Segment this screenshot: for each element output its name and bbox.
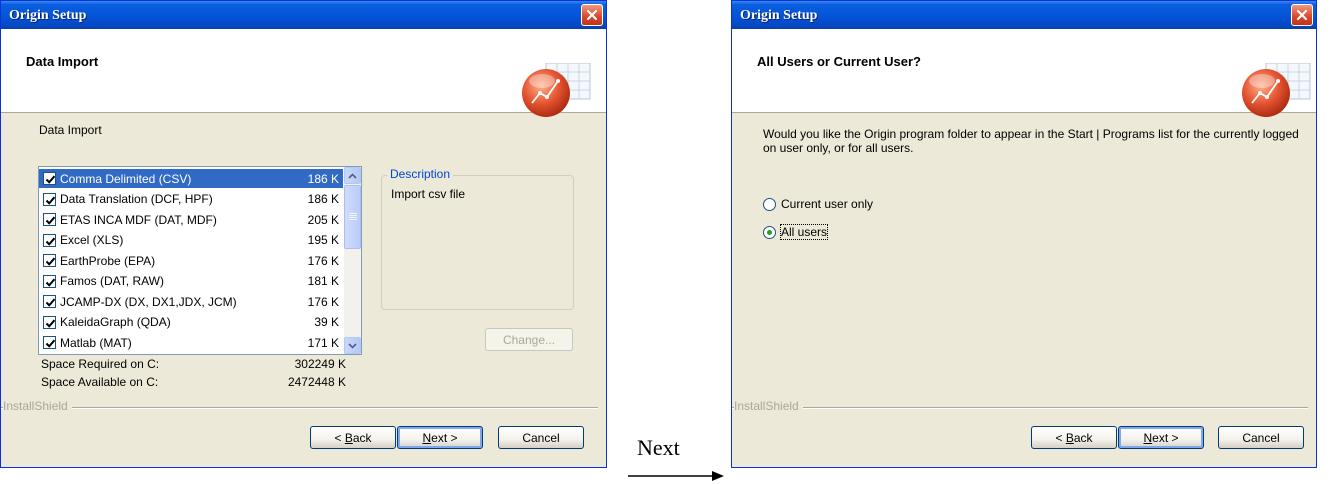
title-bar[interactable]: Origin Setup: [732, 1, 1316, 29]
component-list[interactable]: Comma Delimited (CSV) 186 K Data Translati…: [38, 166, 362, 355]
list-item[interactable]: Famos (DAT, RAW) 181 K: [39, 272, 343, 291]
radio-icon[interactable]: [763, 197, 776, 211]
space-required-label: Space Required on C:: [41, 357, 160, 371]
checkbox-icon[interactable]: [43, 213, 56, 226]
installshield-label: InstallShield: [3, 399, 72, 413]
data-import-dialog: Origin Setup Data Import Data Import Com…: [0, 0, 607, 468]
divider: [1, 407, 598, 409]
list-item-size: 176 K: [307, 294, 339, 309]
list-item[interactable]: Comma Delimited (CSV) 186 K: [39, 169, 343, 188]
section-label: Data Import: [39, 123, 102, 137]
radio-label-current: Current user only: [781, 197, 874, 211]
cancel-button[interactable]: Cancel: [1218, 426, 1304, 449]
checkbox-icon[interactable]: [43, 192, 56, 206]
list-item-name: ETAS INCA MDF (DAT, MDF): [60, 212, 217, 227]
page-title: All Users or Current User?: [757, 54, 921, 69]
all-users-dialog: Origin Setup All Users or Current User? …: [731, 0, 1317, 468]
list-item-name: Matlab (MAT): [60, 335, 132, 350]
list-item[interactable]: JCAMP-DX (DX, DX1,JDX, JCM) 176 K: [39, 292, 343, 311]
radio-all-users[interactable]: All users: [763, 224, 829, 240]
scroll-thumb[interactable]: [344, 185, 361, 249]
change-button[interactable]: Change...: [485, 328, 573, 351]
origin-logo-icon: [522, 63, 591, 117]
radio-label-all: All users: [779, 224, 829, 240]
description-text: Import csv file: [391, 187, 466, 201]
list-item[interactable]: KaleidaGraph (QDA) 39 K: [39, 313, 343, 332]
window-title: Origin Setup: [9, 8, 87, 23]
list-item-size: 195 K: [307, 233, 339, 247]
radio-selected-dot: [767, 229, 772, 235]
title-bar[interactable]: Origin Setup: [1, 1, 606, 29]
scroll-down-button[interactable]: [344, 337, 361, 354]
space-available-value: 2472448 K: [287, 375, 346, 389]
list-item[interactable]: EarthProbe (EPA) 176 K: [39, 251, 343, 270]
checkbox-icon[interactable]: [43, 254, 56, 267]
header-panel: Data Import: [1, 29, 606, 117]
page-title: Data Import: [26, 54, 99, 69]
list-item[interactable]: Matlab (MAT) 171 K: [39, 333, 343, 352]
scroll-down-icon: [348, 342, 357, 349]
list-item[interactable]: Data Translation (DCF, HPF) 186 K: [39, 190, 343, 209]
scroll-up-icon: [348, 172, 357, 179]
window-title: Origin Setup: [740, 8, 818, 23]
list-item-name: Comma Delimited (CSV): [60, 171, 192, 186]
list-item-name: EarthProbe (EPA): [60, 253, 156, 268]
close-button[interactable]: [581, 4, 603, 26]
list-item-name: Excel (XLS): [60, 233, 124, 247]
list-item-name: Data Translation (DCF, HPF): [60, 192, 213, 206]
list-item-name: Famos (DAT, RAW): [60, 274, 164, 288]
description-label: Description: [387, 167, 454, 181]
next-button[interactable]: Next >: [1118, 426, 1204, 449]
divider: [732, 407, 1308, 409]
vertical-scrollbar[interactable]: [344, 167, 361, 354]
arrow-right-icon: [628, 471, 724, 481]
checkbox-icon[interactable]: [43, 172, 56, 185]
space-required-value: 302249 K: [294, 357, 346, 371]
space-available-label: Space Available on C:: [41, 375, 159, 389]
list-item[interactable]: ETAS INCA MDF (DAT, MDF) 205 K: [39, 210, 343, 229]
checkbox-icon[interactable]: [43, 274, 56, 288]
back-button[interactable]: < Back: [1031, 426, 1117, 449]
list-item-size: 181 K: [307, 274, 339, 288]
list-item-size: 186 K: [307, 171, 339, 186]
list-item-size: 39 K: [314, 315, 339, 329]
list-item[interactable]: Excel (XLS) 195 K: [39, 231, 343, 250]
close-button[interactable]: [1291, 4, 1313, 26]
header-panel: All Users or Current User?: [732, 29, 1316, 117]
question-text: Would you like the Origin program folder…: [763, 127, 1299, 155]
next-button[interactable]: Next >: [397, 426, 483, 449]
checkbox-icon[interactable]: [43, 233, 56, 247]
checkbox-icon[interactable]: [43, 295, 56, 308]
cancel-button[interactable]: Cancel: [498, 426, 584, 449]
list-item-size: 186 K: [307, 192, 339, 206]
list-item-size: 205 K: [307, 212, 339, 227]
radio-icon[interactable]: [763, 225, 776, 239]
radio-current-user[interactable]: Current user only: [763, 197, 873, 211]
list-item-size: 176 K: [307, 253, 339, 268]
close-icon: [1296, 9, 1308, 21]
close-icon: [586, 9, 598, 21]
installshield-label: InstallShield: [734, 399, 803, 413]
checkbox-icon[interactable]: [43, 315, 56, 329]
list-item-name: KaleidaGraph (QDA): [60, 315, 171, 329]
list-item-size: 171 K: [307, 335, 339, 350]
back-button[interactable]: < Back: [310, 426, 396, 449]
checkbox-icon[interactable]: [43, 336, 56, 349]
scroll-up-button[interactable]: [344, 167, 361, 184]
next-caption: Next: [637, 435, 680, 460]
origin-logo-icon: [1242, 63, 1311, 117]
list-item-name: JCAMP-DX (DX, DX1,JDX, JCM): [60, 294, 237, 309]
